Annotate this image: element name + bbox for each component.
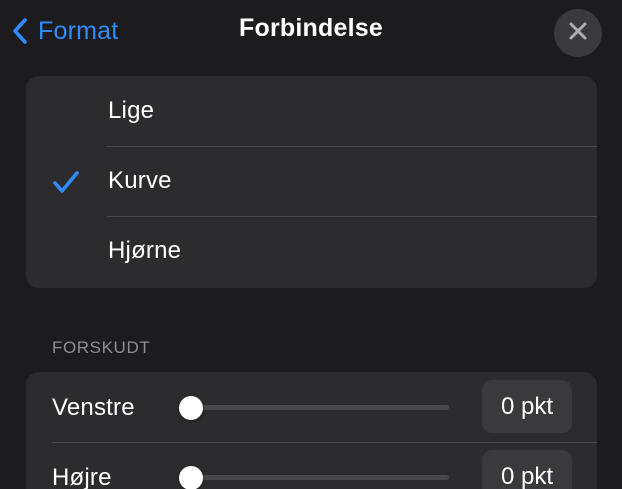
- right-offset-slider[interactable]: [179, 466, 449, 489]
- option-kurve[interactable]: Kurve: [26, 146, 597, 216]
- checkmark-icon: [52, 170, 80, 194]
- close-button[interactable]: [554, 9, 602, 57]
- slider-thumb[interactable]: [179, 396, 203, 420]
- left-offset-slider[interactable]: [179, 396, 449, 420]
- close-icon: [568, 21, 588, 46]
- page-title: Forbindelse: [239, 14, 383, 42]
- option-label: Hjørne: [108, 237, 182, 264]
- offset-list: Venstre 0 pkt Højre 0 pkt: [26, 372, 597, 489]
- option-lige[interactable]: Lige: [26, 76, 597, 146]
- connection-panel: Format Forbindelse Lige Kurve Hjørne FOR…: [0, 0, 622, 489]
- option-label: Kurve: [108, 167, 172, 194]
- connection-type-list: Lige Kurve Hjørne: [26, 76, 597, 288]
- slider-label: Venstre: [52, 394, 135, 421]
- slider-label: Højre: [52, 464, 112, 489]
- offset-row-right: Højre 0 pkt: [26, 442, 597, 489]
- option-label: Lige: [108, 97, 155, 124]
- offset-row-left: Venstre 0 pkt: [26, 372, 597, 442]
- nav-header: Format Forbindelse: [0, 0, 622, 62]
- left-offset-value-field[interactable]: 0 pkt: [482, 380, 572, 433]
- option-hjorne[interactable]: Hjørne: [26, 216, 597, 286]
- right-offset-value-field[interactable]: 0 pkt: [482, 450, 572, 489]
- slider-thumb[interactable]: [179, 466, 203, 489]
- section-header-offset: FORSKUDT: [52, 338, 151, 357]
